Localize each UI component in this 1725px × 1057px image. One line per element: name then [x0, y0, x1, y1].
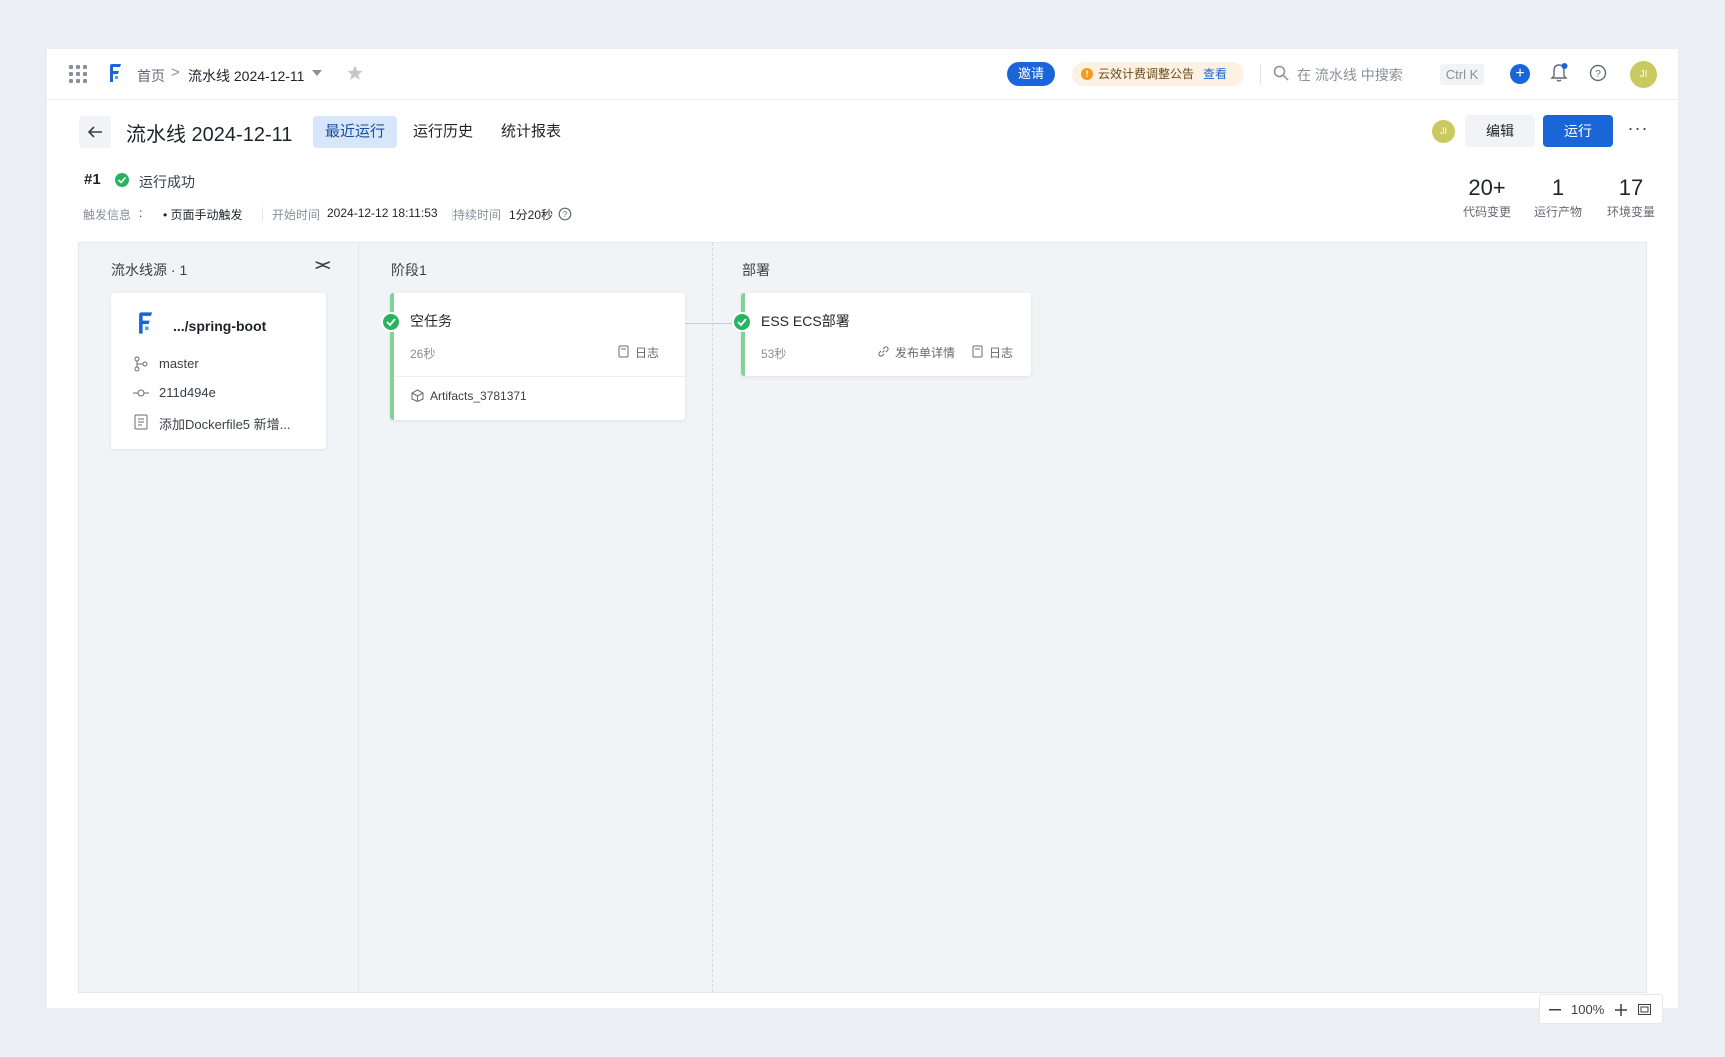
shortcut-hint: Ctrl K — [1440, 64, 1484, 85]
stat-env-vars-value[interactable]: 17 — [1591, 175, 1671, 201]
source-column-title: 流水线源 · 1 — [111, 262, 188, 278]
notice-view-link[interactable]: 查看 — [1203, 62, 1227, 86]
stat-artifacts-value[interactable]: 1 — [1518, 175, 1598, 201]
log-icon — [618, 345, 629, 358]
trigger-colon: : — [139, 206, 143, 220]
artifact-box-icon — [411, 389, 424, 402]
warning-icon: ! — [1081, 68, 1093, 80]
job-duration: 53秒 — [761, 347, 787, 361]
column-divider — [358, 243, 359, 992]
stage-divider — [712, 243, 713, 992]
more-button[interactable]: ··· — [1623, 115, 1653, 147]
run-number: #1 — [84, 171, 101, 188]
source-repo-name[interactable]: .../spring-boot — [173, 318, 266, 334]
source-commit[interactable]: 211d494e — [159, 385, 216, 400]
create-button[interactable]: + — [1510, 64, 1530, 84]
run-status: 运行成功 — [139, 174, 195, 190]
member-avatar[interactable]: JI — [1432, 120, 1455, 143]
breadcrumb-home[interactable]: 首页 — [137, 66, 165, 86]
status-bar — [741, 293, 745, 376]
source-card[interactable]: .../spring-boot master 211d494e 添加Docker… — [111, 293, 326, 449]
stat-code-changes-value[interactable]: 20+ — [1447, 175, 1527, 201]
divider — [1260, 63, 1261, 85]
tab-statistics[interactable]: 统计报表 — [489, 116, 573, 148]
trigger-value: • 页面手动触发 — [163, 208, 243, 222]
zoom-level: 100% — [1571, 1002, 1605, 1017]
log-icon — [972, 345, 983, 358]
duration-label: 持续时间 — [453, 208, 502, 222]
log-label: 日志 — [635, 346, 660, 360]
zoom-in-icon[interactable] — [1615, 1004, 1627, 1016]
job-success-icon — [732, 312, 752, 332]
run-button[interactable]: 运行 — [1543, 115, 1613, 147]
fit-view-icon[interactable] — [1638, 1004, 1651, 1015]
svg-text:?: ? — [1595, 69, 1601, 80]
duration-value: 1分20秒 — [509, 208, 554, 222]
zoom-out-icon[interactable] — [1549, 1009, 1561, 1011]
stage1-job-card[interactable]: 空任务 26秒 日志 Artifacts_3781371 — [390, 293, 685, 420]
divider — [262, 207, 263, 221]
info-icon[interactable]: ? — [558, 207, 572, 221]
job-name[interactable]: ESS ECS部署 — [761, 311, 850, 331]
artifact-name[interactable]: Artifacts_3781371 — [430, 389, 527, 403]
start-time-label: 开始时间 — [272, 208, 321, 222]
app-window: 首页 > 流水线 2024-12-11 邀请 ! 云效计费调整公告 查看 在 流… — [47, 49, 1678, 1024]
stage1-title: 阶段1 — [391, 262, 427, 278]
page-title: 流水线 2024-12-11 — [126, 124, 293, 146]
help-icon[interactable]: ? — [1589, 64, 1607, 82]
stat-code-changes-label: 代码变更 — [1462, 205, 1511, 219]
source-commit-message: 添加Dockerfile5 新增... — [159, 417, 291, 432]
back-button[interactable] — [79, 116, 111, 148]
stat-env-vars-label: 环境变量 — [1606, 205, 1655, 219]
svg-text:?: ? — [563, 210, 568, 219]
notice-banner[interactable]: ! 云效计费调整公告 查看 — [1072, 62, 1244, 86]
stage2-title: 部署 — [742, 262, 770, 278]
source-branch: master — [159, 356, 199, 371]
star-icon[interactable] — [346, 64, 364, 82]
trigger-label: 触发信息 — [83, 208, 132, 222]
app-grid-icon[interactable] — [69, 65, 87, 83]
commit-icon — [133, 389, 149, 397]
collapse-icon[interactable]: >< — [315, 257, 330, 274]
breadcrumb-separator: > — [171, 64, 180, 81]
job-duration: 26秒 — [410, 347, 436, 361]
start-time-value: 2024-12-12 18:11:53 — [327, 206, 438, 220]
tab-recent-runs[interactable]: 最近运行 — [313, 116, 398, 148]
arrow-left-icon — [87, 126, 102, 138]
notice-text: 云效计费调整公告 — [1098, 67, 1195, 81]
stage2-job-card[interactable]: ESS ECS部署 53秒 发布单详情 日志 — [741, 293, 1031, 376]
search-input[interactable]: 在 流水线 中搜索 — [1297, 65, 1403, 85]
pipeline-canvas[interactable]: 流水线源 · 1 >< .../spring-boot master 211d4… — [78, 242, 1647, 993]
caret-down-icon[interactable] — [312, 70, 322, 77]
job-success-icon — [381, 312, 401, 332]
release-detail-label: 发布单详情 — [895, 346, 956, 360]
success-icon — [115, 173, 129, 187]
codeup-repo-icon — [139, 312, 153, 334]
breadcrumb-pipeline[interactable]: 流水线 2024-12-11 — [188, 66, 304, 86]
top-nav: 首页 > 流水线 2024-12-11 邀请 ! 云效计费调整公告 查看 在 流… — [47, 49, 1678, 100]
bell-icon[interactable] — [1550, 63, 1568, 83]
search-icon[interactable] — [1273, 65, 1289, 81]
yunxiao-logo-icon[interactable] — [107, 62, 123, 84]
document-icon — [134, 414, 148, 430]
card-divider — [394, 376, 685, 377]
stat-artifacts-label: 运行产物 — [1533, 205, 1582, 219]
branch-icon — [134, 356, 148, 372]
tab-run-history[interactable]: 运行历史 — [401, 116, 485, 148]
job-name[interactable]: 空任务 — [410, 311, 452, 331]
log-label: 日志 — [989, 346, 1014, 360]
edit-button[interactable]: 编辑 — [1465, 115, 1535, 147]
link-icon — [878, 346, 889, 357]
user-avatar[interactable]: JI — [1630, 61, 1657, 88]
invite-button[interactable]: 邀请 — [1007, 62, 1055, 86]
zoom-control: 100% — [1539, 994, 1663, 1024]
